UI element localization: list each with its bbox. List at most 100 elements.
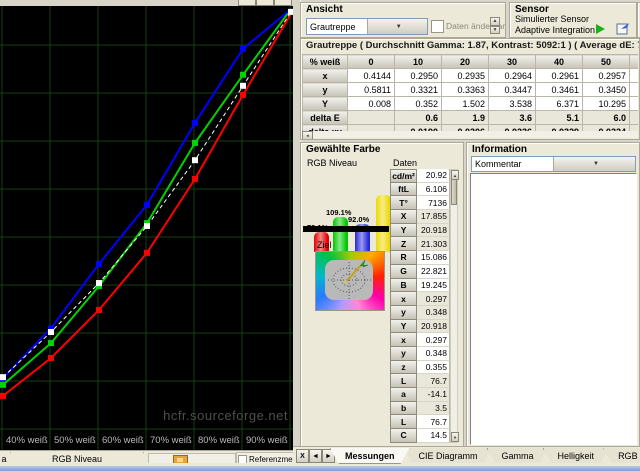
information-title: Information [467, 143, 639, 155]
table-cell[interactable]: 0.2961 [536, 69, 583, 83]
table-cell[interactable]: 1.9 [442, 111, 489, 125]
table-cell[interactable]: 10.295 [583, 97, 630, 111]
table-row: delta E0.61.93.65.16.06.89.1 [303, 111, 639, 125]
table-cell[interactable]: 6.0 [583, 111, 630, 125]
comment-dropdown[interactable]: Kommentar ▼ [471, 156, 636, 172]
row-header: x [303, 69, 348, 83]
sensor-name: Simulierter Sensor [515, 14, 589, 24]
rgb-niveau-selector[interactable]: RGB Niveau [307, 158, 357, 168]
data-row: R15.086 [390, 251, 450, 265]
value-spinner[interactable]: ▲ ▼ [490, 17, 500, 34]
table-cell[interactable]: 6.8 [630, 111, 639, 125]
column-header: 30 [489, 55, 536, 69]
table-cell[interactable]: 15.252 [630, 97, 639, 111]
data-row: y0.348 [390, 306, 450, 320]
table-cell[interactable]: 1.502 [442, 97, 489, 111]
table-cell[interactable]: 0.2935 [442, 69, 489, 83]
scroll-down-icon[interactable]: ▼ [451, 432, 459, 442]
data-row-value: 7136 [417, 196, 450, 210]
tab-cie-diagramm[interactable]: CIE Diagramm [404, 448, 493, 464]
data-row-label: a [390, 388, 417, 402]
column-header: 50 [583, 55, 630, 69]
table-cell[interactable]: 3.6 [489, 111, 536, 125]
tab-scroll-left-icon[interactable]: ◄ [309, 449, 322, 463]
table-horizontal-scrollbar[interactable]: ◄ [302, 131, 638, 138]
data-row: L76.7 [390, 374, 450, 388]
table-cell[interactable]: 0.008 [348, 97, 395, 111]
daten-column-title: Daten [393, 158, 417, 168]
bar-chart-pedestal [303, 226, 389, 232]
play-icon[interactable] [596, 24, 605, 34]
ansicht-title: Ansicht [301, 3, 505, 15]
table-cell[interactable]: 0.3321 [395, 83, 442, 97]
column-header: 60 [630, 55, 639, 69]
table-cell[interactable] [348, 111, 395, 125]
table-cell[interactable]: 0.3434 [630, 83, 639, 97]
table-cell[interactable]: 0.2942 [630, 69, 639, 83]
table-cell[interactable]: 0.3461 [536, 83, 583, 97]
table-cell[interactable]: 6.371 [536, 97, 583, 111]
scroll-left-icon[interactable]: ◄ [302, 131, 313, 140]
data-row: T°7136 [390, 196, 450, 210]
data-row-label: b [390, 402, 417, 416]
dart-icon [343, 260, 368, 285]
table-cell[interactable]: 0.3450 [583, 83, 630, 97]
table-cell[interactable]: 0.5811 [348, 83, 395, 97]
table-row: Y0.0080.3521.5023.5386.37110.29515.25220… [303, 97, 639, 111]
table-cell[interactable]: 0.3447 [489, 83, 536, 97]
spinner-up-icon[interactable]: ▲ [490, 17, 500, 26]
comment-dropdown-value: Kommentar [472, 159, 553, 169]
row-header: Y [303, 97, 348, 111]
sensor-config-icon[interactable] [616, 22, 631, 38]
data-row: ftL6.106 [390, 183, 450, 197]
tab-gamma[interactable]: Gamma [487, 448, 549, 464]
x-axis-tick: 70% weiß [150, 435, 192, 446]
table-cell[interactable]: 0.352 [395, 97, 442, 111]
data-row: x0.297 [390, 333, 450, 347]
series-Blau [3, 9, 291, 378]
close-tab-button[interactable]: X [296, 449, 309, 463]
table-cell[interactable]: 3.538 [489, 97, 536, 111]
watermark: hcfr.sourceforge.net [163, 408, 288, 423]
scrollbar-thumb[interactable] [451, 179, 457, 205]
data-row-label: x [390, 292, 417, 306]
table-cell[interactable]: 0.2950 [395, 69, 442, 83]
data-row-value: 0.348 [417, 306, 450, 320]
tab-helligkeit[interactable]: Helligkeit [543, 448, 610, 464]
data-row-label: C [390, 429, 417, 443]
data-vertical-scrollbar[interactable]: ▲ ▼ [450, 169, 458, 443]
data-row-value: 20.92 [417, 169, 450, 183]
data-row: b3.5 [390, 402, 450, 416]
view-select-dropdown[interactable]: Grautreppe ▼ [306, 18, 428, 35]
table-cell[interactable]: 0.2957 [583, 69, 630, 83]
data-row-value: 15.086 [417, 251, 450, 265]
row-header: delta E [303, 111, 348, 125]
x-axis-tick: 40% weiß [6, 435, 48, 446]
data-row-value: 0.348 [417, 347, 450, 361]
table-cell[interactable]: 0.2964 [489, 69, 536, 83]
x-axis-tick: 80% weiß [198, 435, 240, 446]
comment-text-area[interactable] [470, 173, 637, 445]
data-row-value: 0.297 [417, 292, 450, 306]
chevron-down-icon[interactable]: ▼ [553, 157, 635, 171]
tab-messungen[interactable]: Messungen [330, 448, 410, 464]
data-row: Z21.303 [390, 237, 450, 251]
data-row-label: G [390, 265, 417, 279]
daten-aenderbar-checkbox[interactable] [431, 20, 444, 33]
table-cell[interactable]: 0.4144 [348, 69, 395, 83]
spinner-down-icon[interactable]: ▼ [490, 26, 500, 35]
x-axis-tick: 90% weiß [246, 435, 288, 446]
table-cell[interactable]: 0.6 [395, 111, 442, 125]
column-header: 40 [536, 55, 583, 69]
selected-color-title: Gewählte Farbe [301, 143, 463, 155]
gamma-curve-chart[interactable]: 40% weiß50% weiß60% weiß70% weiß80% weiß… [0, 6, 293, 450]
data-row-label: X [390, 210, 417, 224]
table-cell[interactable]: 0.3363 [442, 83, 489, 97]
data-row: cd/m²20.92 [390, 169, 450, 183]
data-row: L76.7 [390, 415, 450, 429]
table-cell[interactable]: 5.1 [536, 111, 583, 125]
chart-canvas[interactable] [0, 6, 293, 450]
chevron-down-icon[interactable]: ▼ [367, 19, 428, 34]
tab-rgb-niveau[interactable]: RGB Niveau [603, 448, 640, 464]
level-bar-Y [376, 195, 391, 252]
